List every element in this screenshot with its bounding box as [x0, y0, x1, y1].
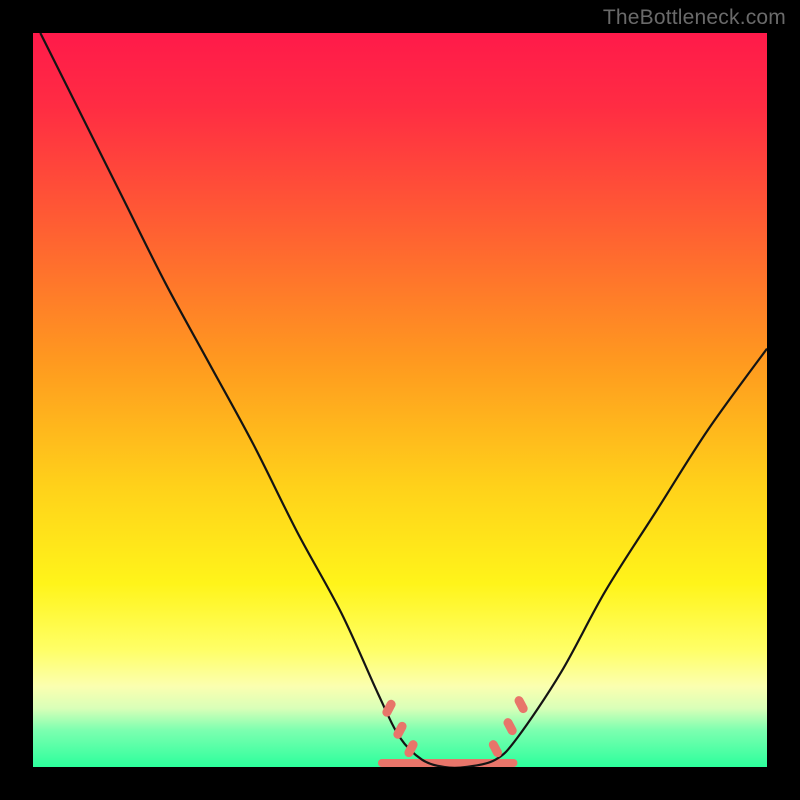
curve-marker	[502, 717, 518, 737]
curve-marker	[381, 698, 397, 718]
plot-area	[33, 33, 767, 767]
curve-marker	[513, 695, 529, 715]
image-frame: TheBottleneck.com	[0, 0, 800, 800]
watermark-text: TheBottleneck.com	[603, 6, 786, 30]
curve-marker	[392, 720, 408, 740]
chart-svg	[33, 33, 767, 767]
curve-path	[40, 33, 767, 767]
